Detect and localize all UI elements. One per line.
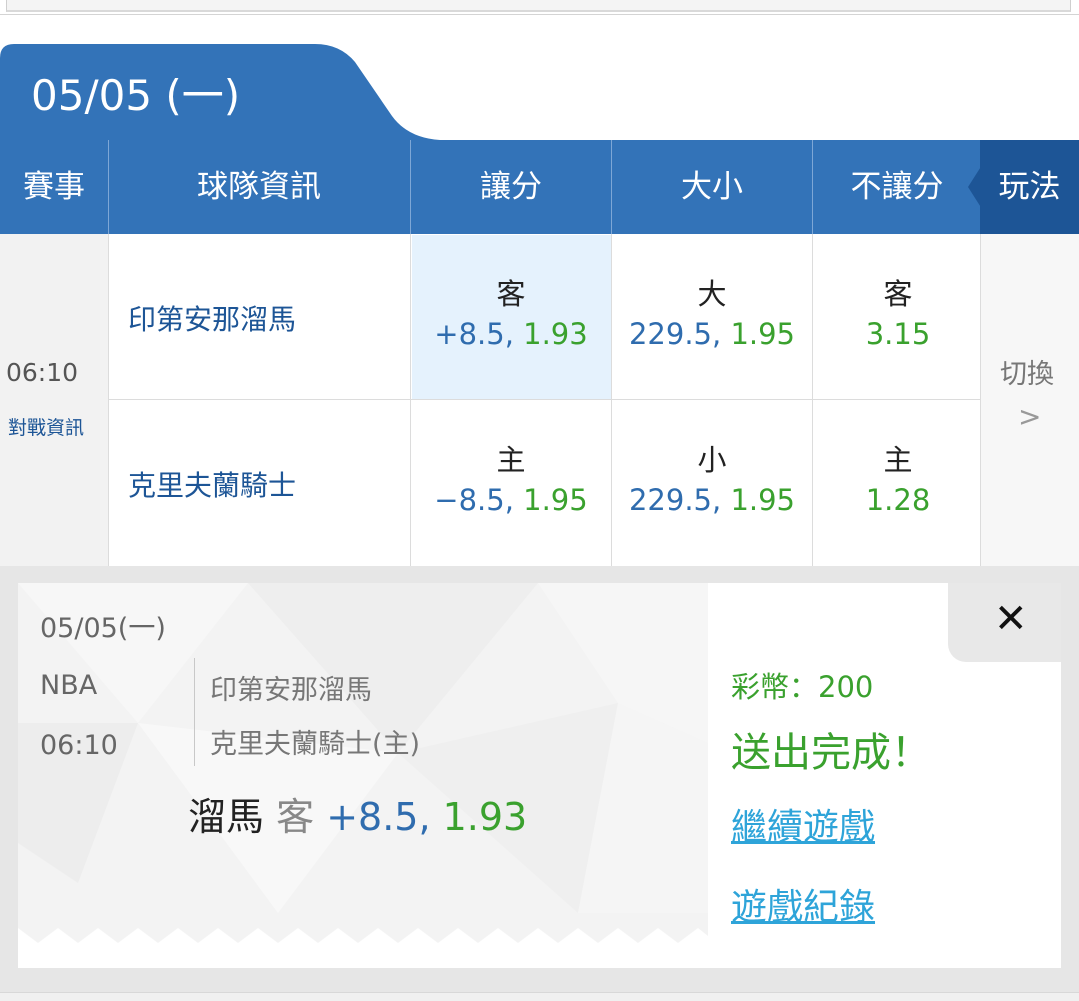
vs-info-link[interactable]: 對戰資訊 xyxy=(8,413,84,440)
ticket-date: 05/05(一) xyxy=(40,613,166,644)
moneyline-home-odds: 1.28 xyxy=(865,483,931,517)
moneyline-home-cell[interactable]: 主 1.28 xyxy=(798,440,998,520)
spread-home-cell[interactable]: 主 −8.5, 1.95 xyxy=(411,440,611,520)
top-input-box xyxy=(6,0,1071,12)
total-over-label: 大 xyxy=(697,277,727,311)
close-icon[interactable]: ✕ xyxy=(994,596,1028,642)
event-column xyxy=(0,234,109,566)
submit-status: 送出完成！ xyxy=(731,730,931,776)
total-under-odds: 1.95 xyxy=(730,483,796,517)
total-under-cell[interactable]: 小 229.5, 1.95 xyxy=(612,440,812,520)
moneyline-away-cell[interactable]: 客 3.15 xyxy=(798,274,998,354)
home-team-name[interactable]: 克里夫蘭騎士 xyxy=(128,464,296,504)
spread-away-line: +8.5, xyxy=(434,317,524,351)
total-under-line: 229.5, xyxy=(628,483,731,517)
moneyline-home-label: 主 xyxy=(883,443,913,477)
date-tab-label: 05/05 (一) xyxy=(31,71,241,120)
match-time: 06:10 xyxy=(6,358,79,387)
play-tab[interactable]: 玩法 xyxy=(980,140,1079,234)
top-input-bar xyxy=(0,0,1079,15)
ticket-time: 06:10 xyxy=(40,730,118,761)
table-header: 賽事 球隊資訊 讓分 大小 不讓分 xyxy=(0,140,1079,234)
ticket-league: NBA xyxy=(40,670,98,701)
row-divider xyxy=(108,399,980,400)
pick-team: 溜馬 xyxy=(188,795,265,839)
total-under-value: 229.5, 1.95 xyxy=(612,480,812,520)
pick-line: +8.5, xyxy=(326,795,443,839)
total-over-cell[interactable]: 大 229.5, 1.95 xyxy=(612,274,812,354)
ticket-away-team: 印第安那溜馬 xyxy=(210,675,372,706)
header-event: 賽事 xyxy=(0,140,109,234)
moneyline-away-odds: 3.15 xyxy=(865,317,931,351)
chevron-right-icon[interactable]: > xyxy=(1018,400,1041,433)
total-over-odds: 1.95 xyxy=(730,317,796,351)
game-history-link[interactable]: 遊戲紀錄 xyxy=(731,878,875,930)
spread-home-label: 主 xyxy=(496,443,526,477)
spread-away-label: 客 xyxy=(496,277,526,311)
continue-game-link[interactable]: 繼續遊戲 xyxy=(731,798,875,850)
ticket-home-team: 克里夫蘭騎士(主) xyxy=(210,729,421,760)
moneyline-away-label: 客 xyxy=(883,277,913,311)
spread-away-odds: 1.93 xyxy=(523,317,588,351)
spread-home-odds: 1.95 xyxy=(523,483,588,517)
header-total: 大小 xyxy=(612,140,813,234)
spread-home-value: −8.5, 1.95 xyxy=(411,480,611,520)
header-team-info: 球隊資訊 xyxy=(108,140,411,234)
ticket-divider xyxy=(194,658,195,766)
spread-away-cell[interactable]: 客 +8.5, 1.93 xyxy=(411,274,611,354)
coin-balance: 彩幣：200 xyxy=(731,670,874,704)
total-over-value: 229.5, 1.95 xyxy=(612,314,812,354)
total-under-label: 小 xyxy=(697,443,727,477)
ticket-pick: 溜馬 客 +8.5, 1.93 xyxy=(188,786,527,841)
pick-side: 客 xyxy=(264,795,327,839)
spread-away-value: +8.5, 1.93 xyxy=(411,314,611,354)
header-spread: 讓分 xyxy=(411,140,612,234)
switch-label[interactable]: 切換 xyxy=(1000,352,1054,391)
header-moneyline: 不讓分 xyxy=(850,169,944,205)
pick-odds: 1.93 xyxy=(442,795,528,839)
spread-home-line: −8.5, xyxy=(434,483,524,517)
total-over-line: 229.5, xyxy=(628,317,731,351)
away-team-name[interactable]: 印第安那溜馬 xyxy=(128,298,296,338)
